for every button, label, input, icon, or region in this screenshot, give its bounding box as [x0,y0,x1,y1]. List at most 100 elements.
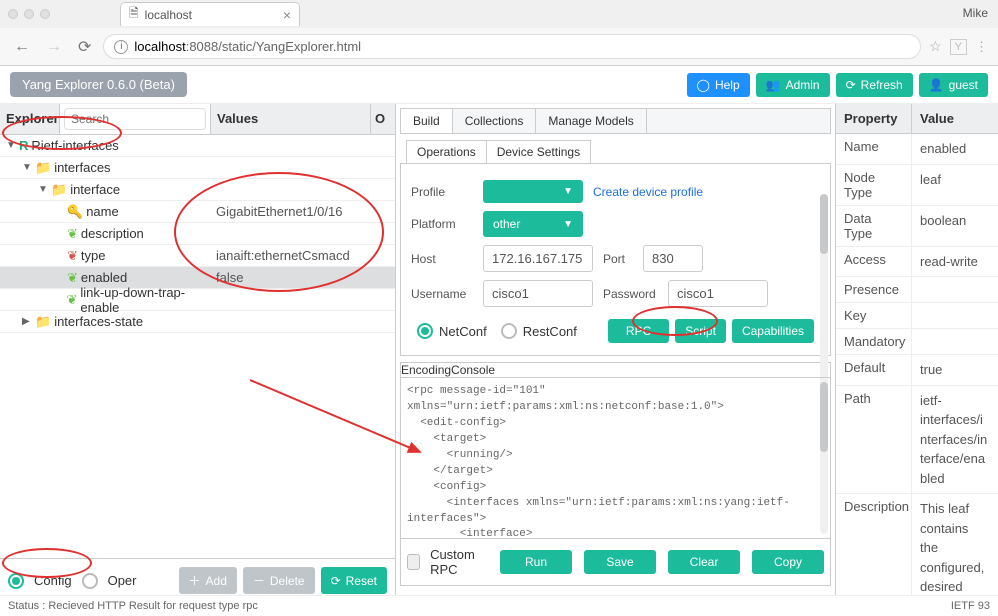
config-radio[interactable] [8,573,24,589]
menu-icon[interactable]: ⋮ [975,39,988,55]
username-input[interactable] [483,280,593,307]
create-profile-link[interactable]: Create device profile [593,185,703,199]
tree-row[interactable]: ▼📁interface [0,179,395,201]
run-button[interactable]: Run [500,550,572,574]
netconf-radio[interactable] [417,323,433,339]
mode-radio-group: Config Oper [8,573,136,589]
search-input[interactable] [64,108,206,130]
clear-button[interactable]: Clear [668,550,740,574]
back-icon[interactable]: ← [10,38,34,56]
rpc-button[interactable]: RPC [608,319,669,343]
console-output[interactable]: <rpc message-id="101" xmlns="urn:ietf:pa… [400,377,831,539]
chevron-down-icon: ▼ [563,186,573,197]
reload-icon[interactable]: ⟳ [74,37,95,57]
prop-col-header: Property [836,104,912,133]
plus-icon: ＋ [189,572,201,589]
restconf-label: RestConf [523,324,577,339]
guest-button[interactable]: 👤guest [919,73,988,97]
close-icon[interactable]: × [283,7,291,23]
save-button[interactable]: Save [584,550,656,574]
port-input[interactable] [643,245,703,272]
console-tabs: Encoding Console [400,362,831,378]
tab-build[interactable]: Build [401,109,453,133]
user-icon: 👤 [929,78,944,92]
info-icon[interactable]: i [114,40,128,54]
tree-row[interactable]: ▶📁interfaces-state [0,311,395,333]
url-path: :8088/static/YangExplorer.html [186,39,361,54]
custom-rpc-label: Custom RPC [430,547,490,577]
reset-button[interactable]: ⟳Reset [321,567,387,594]
tab-device-settings[interactable]: Device Settings [487,141,590,163]
url-host: localhost [134,39,185,54]
username-label: Username [411,287,473,301]
top-buttons: ◯Help 👥Admin ⟳Refresh 👤guest [687,73,989,97]
browser-user[interactable]: Mike [963,6,988,20]
address-bar: ← → ⟳ i localhost:8088/static/YangExplor… [0,28,998,65]
bookmark-icon[interactable]: ☆ [929,38,942,55]
reset-icon: ⟳ [331,574,341,588]
file-icon: 🗎 [129,4,139,25]
url-field[interactable]: i localhost:8088/static/YangExplorer.htm… [103,34,921,59]
operations-form: Profile ▼ Create device profile Platform… [400,163,831,356]
help-button[interactable]: ◯Help [687,73,750,97]
values-header: Values [211,104,371,134]
tree-row[interactable]: ❦typeianaift:ethernetCsmacd [0,245,395,267]
profile-label: Profile [411,185,473,199]
tab-encoding[interactable]: Encoding [401,363,451,377]
tab-collections[interactable]: Collections [453,109,537,133]
add-button[interactable]: ＋Add [179,567,237,594]
explorer-search-wrap [60,104,211,134]
explorer-panel: Explorer Values O ▼RRietf-interfaces▼📁in… [0,104,396,602]
refresh-button[interactable]: ⟳Refresh [836,73,913,97]
tree-row[interactable]: ▼📁interfaces [0,157,395,179]
console-scrollbar[interactable] [820,382,828,534]
property-row: Data Typeboolean [836,206,998,247]
addr-right: ☆ Y ⋮ [929,38,988,55]
restconf-radio[interactable] [501,323,517,339]
property-row: DescriptionThis leaf contains the config… [836,494,998,602]
property-panel: Property Value NameenabledNode TypeleafD… [836,104,998,602]
tab-title: localhost [145,8,192,22]
value-col-header: Value [912,104,962,133]
github-icon: ◯ [697,78,710,92]
oper-label: Oper [108,573,137,588]
chevron-down-icon: ▼ [563,219,573,230]
capabilities-button[interactable]: Capabilities [732,319,814,343]
port-label: Port [603,252,633,266]
platform-select[interactable]: other▼ [483,211,583,237]
script-button[interactable]: Script [675,319,726,343]
sub-tabs: Operations Device Settings [406,140,591,164]
tree-row[interactable]: ▼RRietf-interfaces [0,135,395,157]
tree-row[interactable]: ❦description [0,223,395,245]
password-input[interactable] [668,280,768,307]
profile-select[interactable]: ▼ [483,180,583,203]
property-row: Key [836,303,998,329]
admin-button[interactable]: 👥Admin [756,73,830,97]
tab-manage-models[interactable]: Manage Models [536,109,646,133]
delete-button[interactable]: －Delete [243,567,315,594]
explorer-tree[interactable]: ▼RRietf-interfaces▼📁interfaces▼📁interfac… [0,135,395,558]
netconf-label: NetConf [439,324,487,339]
property-row: Nameenabled [836,134,998,165]
config-label: Config [34,573,72,588]
build-panel: Build Collections Manage Models Operatio… [396,104,836,602]
tab-console[interactable]: Console [451,363,495,377]
password-label: Password [603,287,658,301]
tree-row[interactable]: 🔑nameGigabitEthernet1/0/16 [0,201,395,223]
tab-operations[interactable]: Operations [407,141,487,163]
refresh-icon: ⟳ [846,78,856,92]
extension-icon[interactable]: Y [950,39,967,55]
oper-radio[interactable] [82,573,98,589]
window-controls[interactable] [8,9,50,19]
status-right: IETF 93 [951,600,990,612]
custom-rpc-checkbox[interactable] [407,554,420,570]
op-header: O [371,104,395,134]
property-body[interactable]: NameenabledNode TypeleafData Typeboolean… [836,134,998,602]
main-area: Explorer Values O ▼RRietf-interfaces▼📁in… [0,104,998,602]
explorer-title: Explorer [0,104,60,134]
property-header: Property Value [836,104,998,134]
tree-row[interactable]: ❦link-up-down-trap-enable [0,289,395,311]
copy-button[interactable]: Copy [752,550,824,574]
browser-tab[interactable]: 🗎 localhost × [120,2,300,26]
host-input[interactable] [483,245,593,272]
